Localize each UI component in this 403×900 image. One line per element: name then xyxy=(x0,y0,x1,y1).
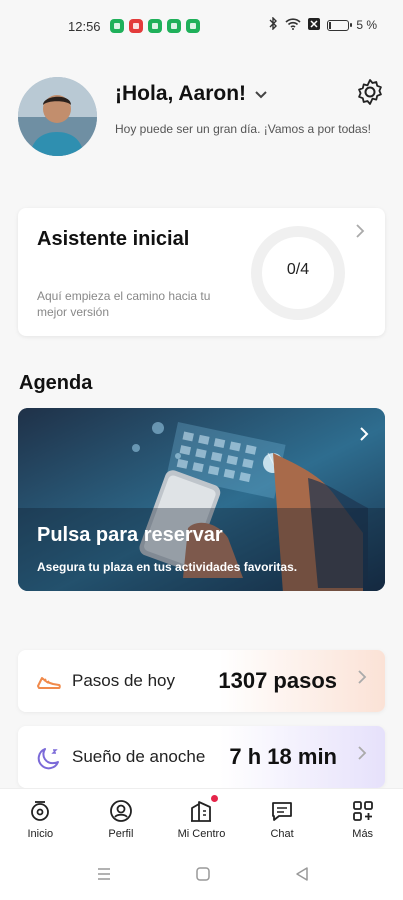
chevron-down-icon xyxy=(254,82,268,106)
notification-badge xyxy=(211,795,219,802)
home-button-icon[interactable] xyxy=(195,866,211,882)
bluetooth-icon xyxy=(268,16,278,33)
battery-percent: 5 % xyxy=(356,18,377,32)
nav-item-inicio[interactable]: Inicio xyxy=(0,789,81,848)
bottom-nav: Inicio Perfil Mi Centro Chat Más xyxy=(0,788,403,848)
wifi-icon xyxy=(285,17,301,33)
banner-subtitle: Asegura tu plaza en tus actividades favo… xyxy=(37,560,298,574)
app-notification-icon xyxy=(110,19,124,33)
app-notification-icon xyxy=(167,19,181,33)
status-bar: 12:56 5 % xyxy=(0,0,403,52)
app-notification-icon xyxy=(148,19,162,33)
nav-label: Chat xyxy=(270,828,294,840)
system-nav-bar xyxy=(0,848,403,900)
gear-icon xyxy=(358,79,382,105)
nav-label: Perfil xyxy=(108,828,134,840)
nav-label: Más xyxy=(352,828,374,840)
greeting[interactable]: ¡Hola, Aaron! xyxy=(115,82,268,106)
notification-icons xyxy=(110,19,200,33)
chevron-right-icon xyxy=(357,668,367,691)
banner-title: Pulsa para reservar xyxy=(37,524,223,546)
greeting-subtitle: Hoy puede ser un gran día. ¡Vamos a por … xyxy=(115,122,371,136)
chevron-right-icon xyxy=(359,422,369,448)
avatar[interactable] xyxy=(18,77,97,156)
app-notification-icon xyxy=(129,19,143,33)
nav-item-mi-centro[interactable]: Mi Centro xyxy=(161,789,242,848)
profile-icon xyxy=(109,800,132,822)
agenda-title: Agenda xyxy=(19,372,93,394)
nav-item-chat[interactable]: Chat xyxy=(242,789,323,848)
grid-plus-icon xyxy=(352,801,373,821)
chevron-right-icon xyxy=(357,744,367,767)
moon-icon xyxy=(36,745,62,771)
nav-item-perfil[interactable]: Perfil xyxy=(81,789,162,848)
chevron-right-icon xyxy=(355,222,365,245)
settings-button[interactable] xyxy=(355,77,385,107)
back-icon[interactable] xyxy=(294,866,310,882)
recents-icon[interactable] xyxy=(96,866,112,882)
greeting-text: ¡Hola, Aaron! xyxy=(115,82,247,105)
status-time: 12:56 xyxy=(68,19,101,34)
home-icon xyxy=(31,801,50,821)
nav-item-mas[interactable]: Más xyxy=(322,789,403,848)
steps-card[interactable]: Pasos de hoy 1307 pasos xyxy=(18,650,385,712)
assistant-subtitle: Aquí empieza el camino hacia tu mejor ve… xyxy=(37,289,211,319)
steps-label: Pasos de hoy xyxy=(72,671,176,690)
battery-icon xyxy=(327,19,353,31)
progress-text: 0/4 xyxy=(286,261,310,278)
building-icon xyxy=(191,801,212,822)
sleep-card[interactable]: Sueño de anoche 7 h 18 min xyxy=(18,726,385,788)
app-notification-icon xyxy=(186,19,200,33)
chat-icon xyxy=(272,802,292,821)
assistant-title: Asistente inicial xyxy=(37,228,190,250)
assistant-card[interactable]: Asistente inicial Aquí empieza el camino… xyxy=(18,208,385,336)
nav-label: Mi Centro xyxy=(177,828,226,840)
steps-value: 1307 pasos xyxy=(218,668,337,693)
booking-banner[interactable]: Pulsa para reservar Asegura tu plaza en … xyxy=(18,408,385,591)
nav-label: Inicio xyxy=(27,828,54,840)
sleep-value: 7 h 18 min xyxy=(229,744,337,769)
shoe-icon xyxy=(36,669,62,695)
sim-off-icon xyxy=(308,17,321,33)
sleep-label: Sueño de anoche xyxy=(72,747,206,766)
